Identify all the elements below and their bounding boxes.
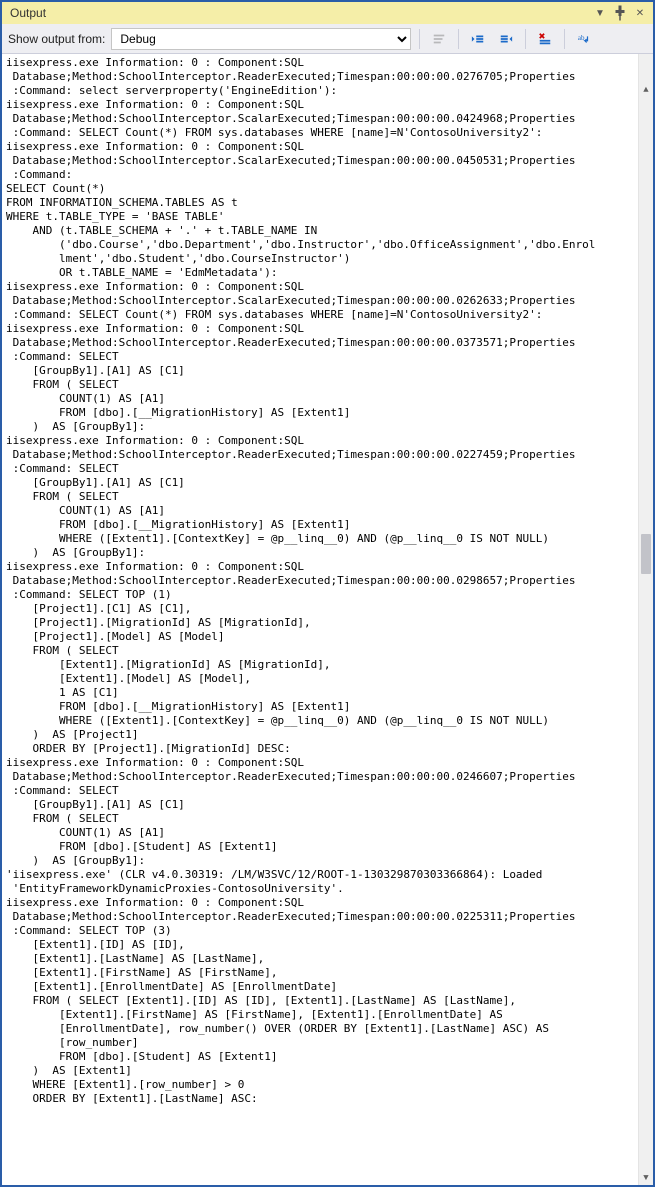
- vertical-scrollbar[interactable]: ▲ ▼: [638, 54, 653, 1185]
- indent-left-button[interactable]: [467, 28, 489, 50]
- scroll-thumb[interactable]: [641, 534, 651, 574]
- toolbar-separator: [564, 29, 565, 49]
- dropdown-arrow-icon[interactable]: ▼: [591, 5, 609, 21]
- label-show-output-from: Show output from:: [8, 32, 105, 46]
- scroll-down-arrow-icon[interactable]: ▼: [639, 1170, 653, 1185]
- scroll-up-arrow-icon[interactable]: ▲: [639, 82, 653, 97]
- output-text-area[interactable]: iisexpress.exe Information: 0 : Componen…: [2, 54, 653, 1185]
- toolbar-separator: [419, 29, 420, 49]
- find-message-button: [428, 28, 450, 50]
- output-toolbar: Show output from: Debug ab: [2, 24, 653, 54]
- clear-all-button[interactable]: [534, 28, 556, 50]
- output-content: iisexpress.exe Information: 0 : Componen…: [6, 56, 649, 1106]
- toolbar-separator: [458, 29, 459, 49]
- output-source-select[interactable]: Debug: [111, 28, 411, 50]
- indent-right-button[interactable]: [495, 28, 517, 50]
- window-controls: ▼ ✕: [591, 5, 649, 21]
- svg-text:ab: ab: [578, 33, 585, 41]
- pin-icon[interactable]: [611, 5, 629, 21]
- toggle-word-wrap-button[interactable]: ab: [573, 28, 595, 50]
- toolbar-separator: [525, 29, 526, 49]
- close-icon[interactable]: ✕: [631, 5, 649, 21]
- panel-titlebar: Output ▼ ✕: [2, 2, 653, 24]
- panel-title: Output: [10, 6, 46, 20]
